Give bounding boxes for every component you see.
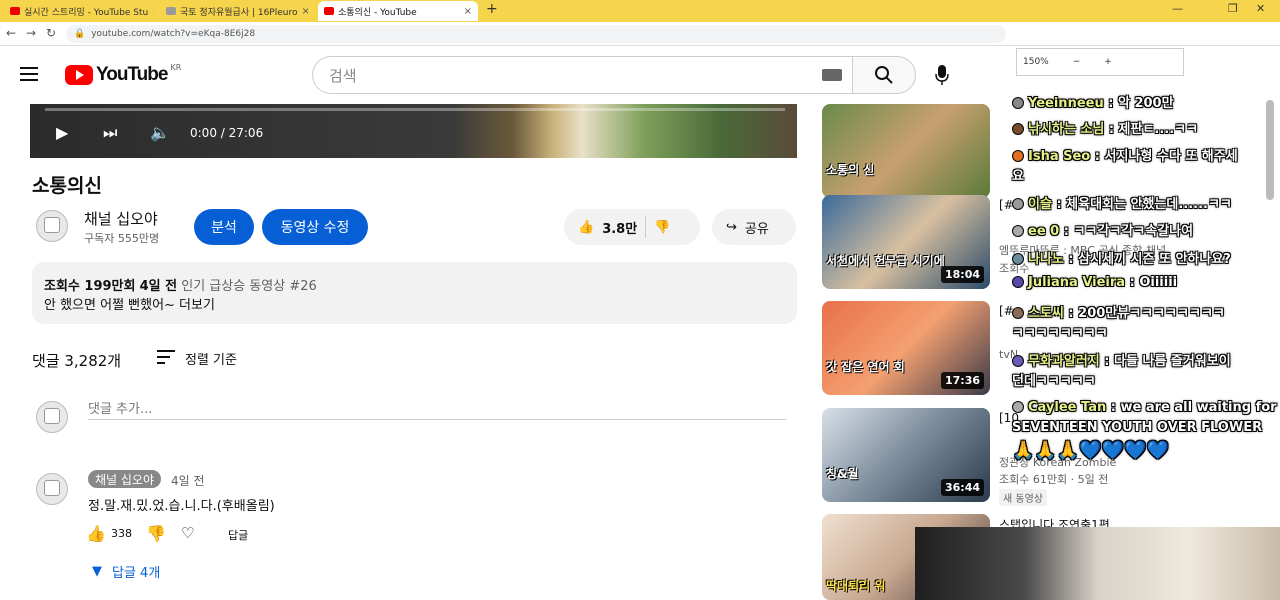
search-input[interactable]: 검색 (312, 56, 852, 94)
back-icon[interactable]: ← (6, 26, 16, 40)
video-player[interactable] (30, 104, 797, 158)
zoom-popup: 150% − + (1016, 48, 1184, 76)
youtube-play-icon (65, 65, 93, 85)
search-button[interactable] (852, 56, 916, 94)
close-tab-icon[interactable]: × (464, 6, 472, 17)
url-field[interactable]: 🔒 youtube.com/watch?v=eKqa-8E6j28 (66, 25, 1006, 43)
divider (645, 216, 647, 238)
menu-icon[interactable] (20, 67, 38, 81)
comment-author-avatar[interactable] (36, 473, 68, 505)
reply-button[interactable]: 답글 (228, 527, 248, 543)
time-display: 0:00 / 27:06 (190, 126, 264, 140)
page-favicon-icon (166, 7, 176, 15)
comment-like-icon[interactable]: 👍 (86, 524, 106, 543)
view-replies-button[interactable]: ▼ 답글 4개 (92, 562, 160, 581)
new-tab-icon[interactable]: + (486, 1, 498, 17)
video-title: 소통의신 (32, 175, 102, 197)
forward-icon[interactable]: → (26, 26, 36, 40)
maximize-icon[interactable]: ❐ (1228, 2, 1238, 15)
browser-tab-studio[interactable]: 실시간 스트리밍 - YouTube Stu × (4, 1, 154, 21)
search-icon (875, 66, 893, 84)
close-tab-icon[interactable]: × (302, 6, 309, 17)
chat-message: 스토씨 : 200만뷰ㅋㅋㅋㅋㅋㅋㅋㅋ (1012, 302, 1225, 321)
chat-message: ee 0 : ㅋㅋ각ㅋ각ㅋ속갈나여 (1012, 220, 1193, 239)
chat-message: 낚시하는 소님 : 제판ㅌ....ㅋㅋ (1012, 118, 1198, 137)
comment-like-count: 338 (111, 527, 132, 540)
share-icon: ↪ (726, 219, 737, 235)
minimize-icon[interactable]: — (1172, 2, 1183, 15)
edit-video-button[interactable]: 동영상 수정 (262, 209, 368, 245)
sort-button[interactable]: 정렬 기준 (157, 349, 237, 368)
dislike-icon[interactable]: 👎 (654, 220, 670, 235)
comment-input[interactable]: 댓글 추가... (88, 398, 786, 420)
subscriber-count: 구독자 555만명 (84, 232, 160, 245)
webcam-overlay (915, 527, 1280, 600)
mic-icon[interactable] (935, 64, 949, 86)
chat-message: 요 (1012, 169, 1024, 184)
chat-message: 무화과알러지 : 다들 나름 즐거워보이 (1012, 350, 1231, 369)
next-icon[interactable]: ⏭ (103, 123, 117, 143)
close-tab-icon[interactable]: × (152, 6, 154, 17)
scrollbar[interactable] (1266, 100, 1274, 200)
chat-message: 이슬 : 체육대회는 안했는데......ㅋㅋ (1012, 193, 1232, 212)
rec-thumbnail[interactable]: 서천에서 헌무급 시기에 18:04 (822, 195, 990, 289)
comment-dislike-icon[interactable]: 👎 (146, 524, 166, 543)
comment-count: 댓글 3,282개 (32, 352, 122, 370)
chat-avatar-icon (1012, 97, 1024, 109)
volume-icon[interactable]: 🔈 (150, 123, 170, 142)
like-dislike-group: 👍 3.8만 👎 (564, 209, 700, 245)
browser-tab-active[interactable]: 소통의신 - YouTube × (318, 1, 478, 21)
like-icon[interactable]: 👍 (578, 220, 594, 235)
description-meta: 조회수 199만회 4일 전 인기 급상승 동영상 #26 (44, 279, 317, 294)
comment-text: 정.말.재.밌.었.습.니.다.(후배올림) (88, 499, 275, 514)
play-icon[interactable]: ▶ (56, 123, 68, 142)
new-video-badge: 새 동영상 (999, 489, 1047, 506)
chevron-down-icon: ▼ (92, 564, 102, 579)
chat-avatar-icon (1012, 150, 1024, 162)
chat-avatar-icon (1012, 253, 1024, 265)
comment-author-badge[interactable]: 채널 십오야 (88, 470, 162, 488)
analysis-button[interactable]: 분석 (194, 209, 254, 245)
chat-message: 던데ㅋㅋㅋㅋㅋ (1012, 374, 1096, 389)
chat-avatar-icon (1012, 307, 1024, 319)
chat-message: 나나노 : 삼시세끼 시즌 또 안하나요? (1012, 248, 1231, 267)
youtube-favicon-icon (10, 7, 20, 15)
chat-message: Caylee Tan : we are all waiting for (1012, 400, 1277, 415)
share-button[interactable]: ↪ 공유 (712, 209, 796, 245)
channel-name[interactable]: 채널 십오야 (84, 208, 158, 229)
chat-avatar-icon (1012, 355, 1024, 367)
reload-icon[interactable]: ↻ (46, 26, 56, 40)
chat-message: Yeeinneeu : 악 200만 (1012, 92, 1174, 111)
chat-avatar-icon (1012, 123, 1024, 135)
chat-avatar-icon (1012, 401, 1024, 413)
chat-message: 🙏🙏🙏💙💙💙💙 (1012, 440, 1169, 461)
youtube-logo[interactable]: YouTube KR (65, 63, 181, 86)
channel-avatar[interactable] (36, 210, 68, 242)
chat-avatar-icon (1012, 276, 1024, 288)
user-avatar (36, 401, 68, 433)
heart-icon[interactable]: ♡ (181, 524, 194, 542)
comment-date[interactable]: 4일 전 (171, 472, 205, 489)
browser-tab-other[interactable]: 국토 정자유월급사 | 16Pleuro × (160, 1, 308, 21)
like-count[interactable]: 3.8만 (602, 218, 637, 237)
chat-avatar-icon (1012, 198, 1024, 210)
sort-icon (157, 349, 175, 368)
zoom-out-button[interactable]: − (1073, 57, 1081, 67)
close-window-icon[interactable]: ✕ (1256, 2, 1265, 15)
keyboard-icon[interactable] (822, 69, 842, 81)
rec-thumbnail[interactable]: 칭&월 36:44 (822, 408, 990, 502)
chat-message: SEVENTEEN YOUTH OVER FLOWER (1012, 420, 1263, 435)
chat-message: ㅋㅋㅋㅋㅋㅋㅋㅋ (1012, 326, 1108, 341)
chat-avatar-icon (1012, 225, 1024, 237)
lock-icon: 🔒 (74, 29, 86, 39)
rec-thumbnail[interactable]: 갓 잡은 연어 회 17:36 (822, 301, 990, 395)
chat-message: Juliana Vieira : Oiiiiii (1012, 275, 1177, 290)
rec-thumbnail[interactable]: 소통의 신 (822, 104, 990, 198)
rec-views: 조회수 61만회 · 5일 전 (999, 473, 1109, 486)
youtube-favicon-icon (324, 7, 334, 15)
zoom-in-button[interactable]: + (1104, 57, 1112, 67)
progress-bar[interactable] (45, 108, 785, 111)
description-text: 안 했으면 어쩔 뻔했어~ 더보기 (44, 298, 215, 313)
chat-message: Isha Seo : 서지나형 수다 또 해주세 (1012, 145, 1238, 164)
